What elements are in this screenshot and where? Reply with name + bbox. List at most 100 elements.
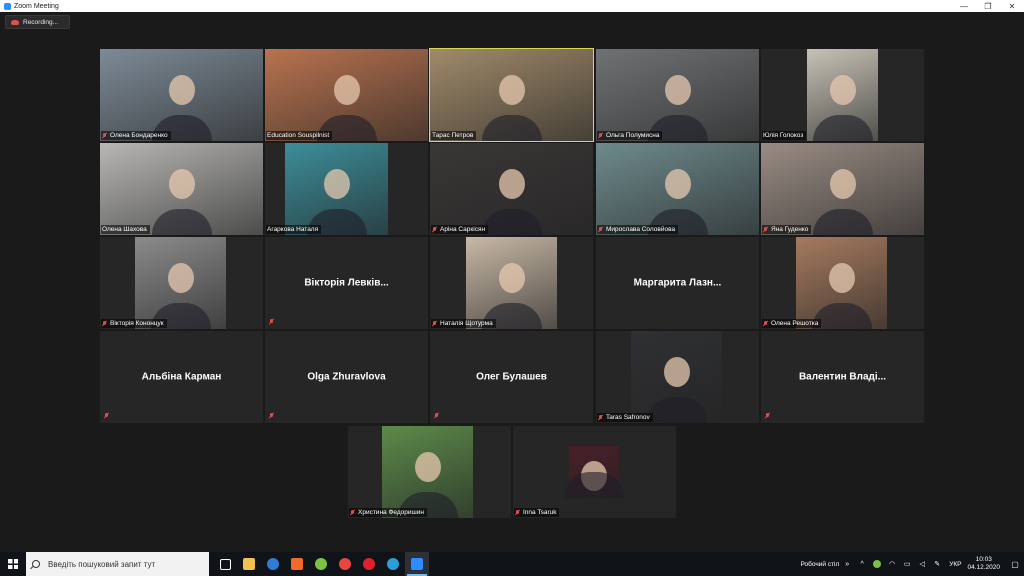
participant-video [564,446,624,498]
participant-tile[interactable]: Альбіна Карман [100,331,263,423]
participant-tile[interactable]: Валентин Владі... [761,331,924,423]
torrent-tray-icon[interactable] [872,559,882,569]
participant-tile[interactable]: Олена Бондаренко [100,49,263,141]
participant-tile[interactable]: Ольга Полумисна [596,49,759,141]
close-button[interactable]: ✕ [1000,0,1024,12]
participant-name-label: Юлія Голокоз [762,131,807,140]
participant-tile[interactable]: Olga Zhuravlova [265,331,428,423]
desktop-toolbar-label[interactable]: Робочий стіл [801,561,840,568]
chrome-icon [339,558,351,570]
mic-muted-icon [432,226,437,233]
participant-name-label: Ольга Полумисна [597,131,663,140]
search-app-taskbar-button[interactable] [261,552,285,576]
participant-tile[interactable]: Наталія Щотурма [430,237,593,329]
participant-tile[interactable]: Олег Булашев [430,331,593,423]
participant-tile[interactable]: Олена Решотка [761,237,924,329]
participant-name-label: Мирослава Соловйова [597,225,679,234]
cloud-record-icon [11,19,19,25]
participant-video [265,49,428,141]
minimize-button[interactable]: — [952,0,976,12]
participant-tile[interactable]: Маргарита Лазн... [596,237,759,329]
participant-tile[interactable]: Taras Safronov [596,331,759,423]
title-bar: Zoom Meeting — ❐ ✕ [0,0,1024,12]
edge-taskbar-button[interactable] [381,552,405,576]
participant-name: Education Souspilnist [267,132,330,139]
participant-tile[interactable]: Олена Шахова [100,143,263,235]
participant-face [664,74,691,105]
participant-tile[interactable]: Тарас Петров [429,48,594,142]
mic-muted-icon [598,132,603,139]
volume-icon[interactable]: ◁ [917,559,927,569]
participant-name: Вікторія Кононцук [110,320,164,327]
participant-body [481,209,542,235]
mic-muted-icon [432,320,437,327]
network-icon[interactable]: ◠ [887,559,897,569]
battery-icon[interactable]: ▭ [902,559,912,569]
participant-video [596,49,759,141]
participant-name: Альбіна Карман [141,371,222,383]
windows-logo-icon [8,559,18,569]
system-tray: Робочий стіл » ^ ◠ ▭ ◁ ✎ УКР 10:03 04.12… [801,552,1024,576]
search-icon [32,560,40,568]
participant-tile[interactable]: Вікторія Кононцук [100,237,263,329]
task-view-taskbar-button[interactable] [213,552,237,576]
participant-face [828,262,855,293]
participant-video [796,237,887,329]
participant-video [596,143,759,235]
participant-face [498,262,525,293]
participant-name-label: Олена Шахова [101,225,150,234]
search-placeholder: Введіть пошуковий запит тут [48,559,156,569]
taskbar-apps [213,552,429,576]
paint-taskbar-button[interactable] [285,552,309,576]
participant-name: Ольга Полумисна [606,132,660,139]
notifications-icon[interactable]: ▢ [1006,552,1024,576]
participant-face [167,262,194,293]
participant-tile[interactable]: Юлія Голокоз [761,49,924,141]
participant-tile[interactable]: Inna Tsaruk [513,426,676,518]
participant-name-label: Education Souspilnist [266,131,333,140]
participant-tile[interactable]: Яна Гуденко [761,143,924,235]
start-button[interactable] [0,552,26,576]
opera-taskbar-button[interactable] [357,552,381,576]
mic-muted-icon [102,132,107,139]
file-explorer-taskbar-button[interactable] [237,552,261,576]
participant-tile[interactable]: Education Souspilnist [265,49,428,141]
participant-name: Тарас Петров [432,132,474,139]
mic-muted-icon [763,320,768,327]
participant-body [481,115,542,141]
pen-icon[interactable]: ✎ [932,559,942,569]
participant-name-label: Наталія Щотурма [431,319,496,328]
participant-name: Вікторія Левків... [304,277,389,289]
opera-icon [363,558,375,570]
taskbar-search-box[interactable]: Введіть пошуковий запит тут [26,552,209,576]
tray-up-arrow-icon[interactable]: ^ [857,559,867,569]
participant-name: Христина Федоришин [358,509,424,516]
window-title: Zoom Meeting [14,2,59,10]
participant-tile[interactable]: Христина Федоришин [348,426,511,518]
participant-body [151,209,212,235]
maximize-button[interactable]: ❐ [976,0,1000,12]
mic-muted-icon [765,413,770,419]
participant-tile[interactable]: Агаркова Наталя [265,143,428,235]
participant-name-label: Inna Tsaruk [514,508,560,517]
participant-face [414,451,441,482]
participant-video [430,143,593,235]
participant-body [812,209,873,235]
torrent-taskbar-button[interactable] [309,552,333,576]
chrome-taskbar-button[interactable] [333,552,357,576]
language-indicator[interactable]: УКР [949,561,961,568]
paint-icon [291,558,303,570]
mic-muted-icon [269,413,274,419]
participant-tile[interactable]: Мирослава Соловйова [596,143,759,235]
toolbar-expand-icon[interactable]: » [845,561,849,568]
participant-name: Агаркова Наталя [267,226,319,233]
mic-muted-icon [104,413,109,419]
zoom-taskbar-button[interactable] [405,552,429,576]
participant-name: Валентин Владі... [798,371,887,383]
participant-tile[interactable]: Аріна Саркісян [430,143,593,235]
participant-tile[interactable]: Вікторія Левків... [265,237,428,329]
windows-taskbar: Введіть пошуковий запит тут Робочий стіл… [0,552,1024,576]
recording-indicator[interactable]: Recording... [5,15,70,29]
participant-video [285,143,388,235]
clock[interactable]: 10:03 04.12.2020 [967,556,1000,572]
